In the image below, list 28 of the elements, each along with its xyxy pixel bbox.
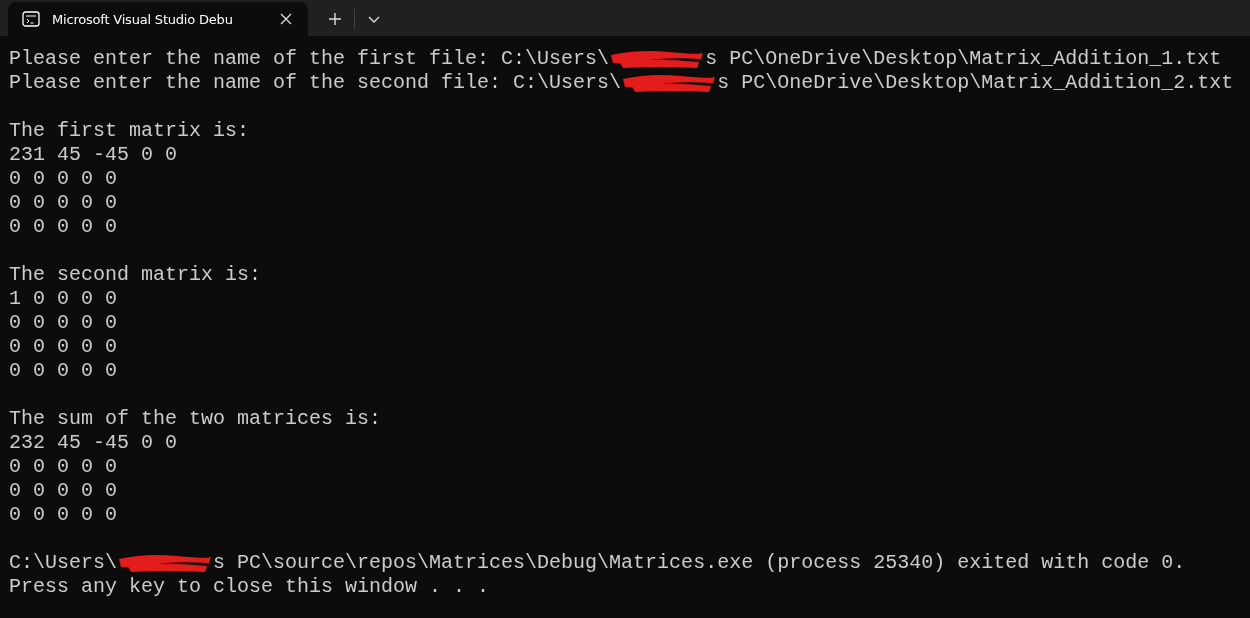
console-text: s PC\OneDrive\Desktop\Matrix_Addition_2.txt: [717, 71, 1234, 95]
console-line: Press any key to close this window . . .: [9, 575, 490, 599]
console-text: s PC\source\repos\Matrices\Debug\Matrices.exe (process 25340) exited with code 0.: [213, 551, 1186, 575]
terminal-tab[interactable]: Microsoft Visual Studio Debu: [8, 2, 308, 36]
console-text: Please enter the name of the first file: C:\Users\: [9, 47, 610, 71]
tab-title: Microsoft Visual Studio Debu: [52, 11, 234, 27]
console-line: 0 0 0 0 0: [9, 215, 118, 239]
chevron-down-icon: [368, 15, 380, 23]
console-line: 0 0 0 0 0: [9, 479, 118, 503]
console-line: 0 0 0 0 0: [9, 503, 118, 527]
console-icon: [22, 11, 40, 27]
console-line: 0 0 0 0 0: [9, 311, 118, 335]
console-line: 0 0 0 0 0: [9, 455, 118, 479]
console-line: 0 0 0 0 0: [9, 335, 118, 359]
console-text: s PC\OneDrive\Desktop\Matrix_Addition_1.txt: [705, 47, 1222, 71]
console-line: The second matrix is:: [9, 263, 262, 287]
console-text: Please enter the name of the second file: C:\Users\: [9, 71, 622, 95]
console-line: 0 0 0 0 0: [9, 167, 118, 191]
console-line: 0 0 0 0 0: [9, 191, 118, 215]
close-icon: [280, 13, 292, 25]
console-line: 0 0 0 0 0: [9, 359, 118, 383]
plus-icon: [328, 12, 342, 26]
console-text: C:\Users\: [9, 551, 118, 575]
console-line: 1 0 0 0 0: [9, 287, 118, 311]
console-line: 232 45 -45 0 0: [9, 431, 178, 455]
console-line: 231 45 -45 0 0: [9, 143, 178, 167]
console-line: The sum of the two matrices is:: [9, 407, 382, 431]
console-line: The first matrix is:: [9, 119, 250, 143]
